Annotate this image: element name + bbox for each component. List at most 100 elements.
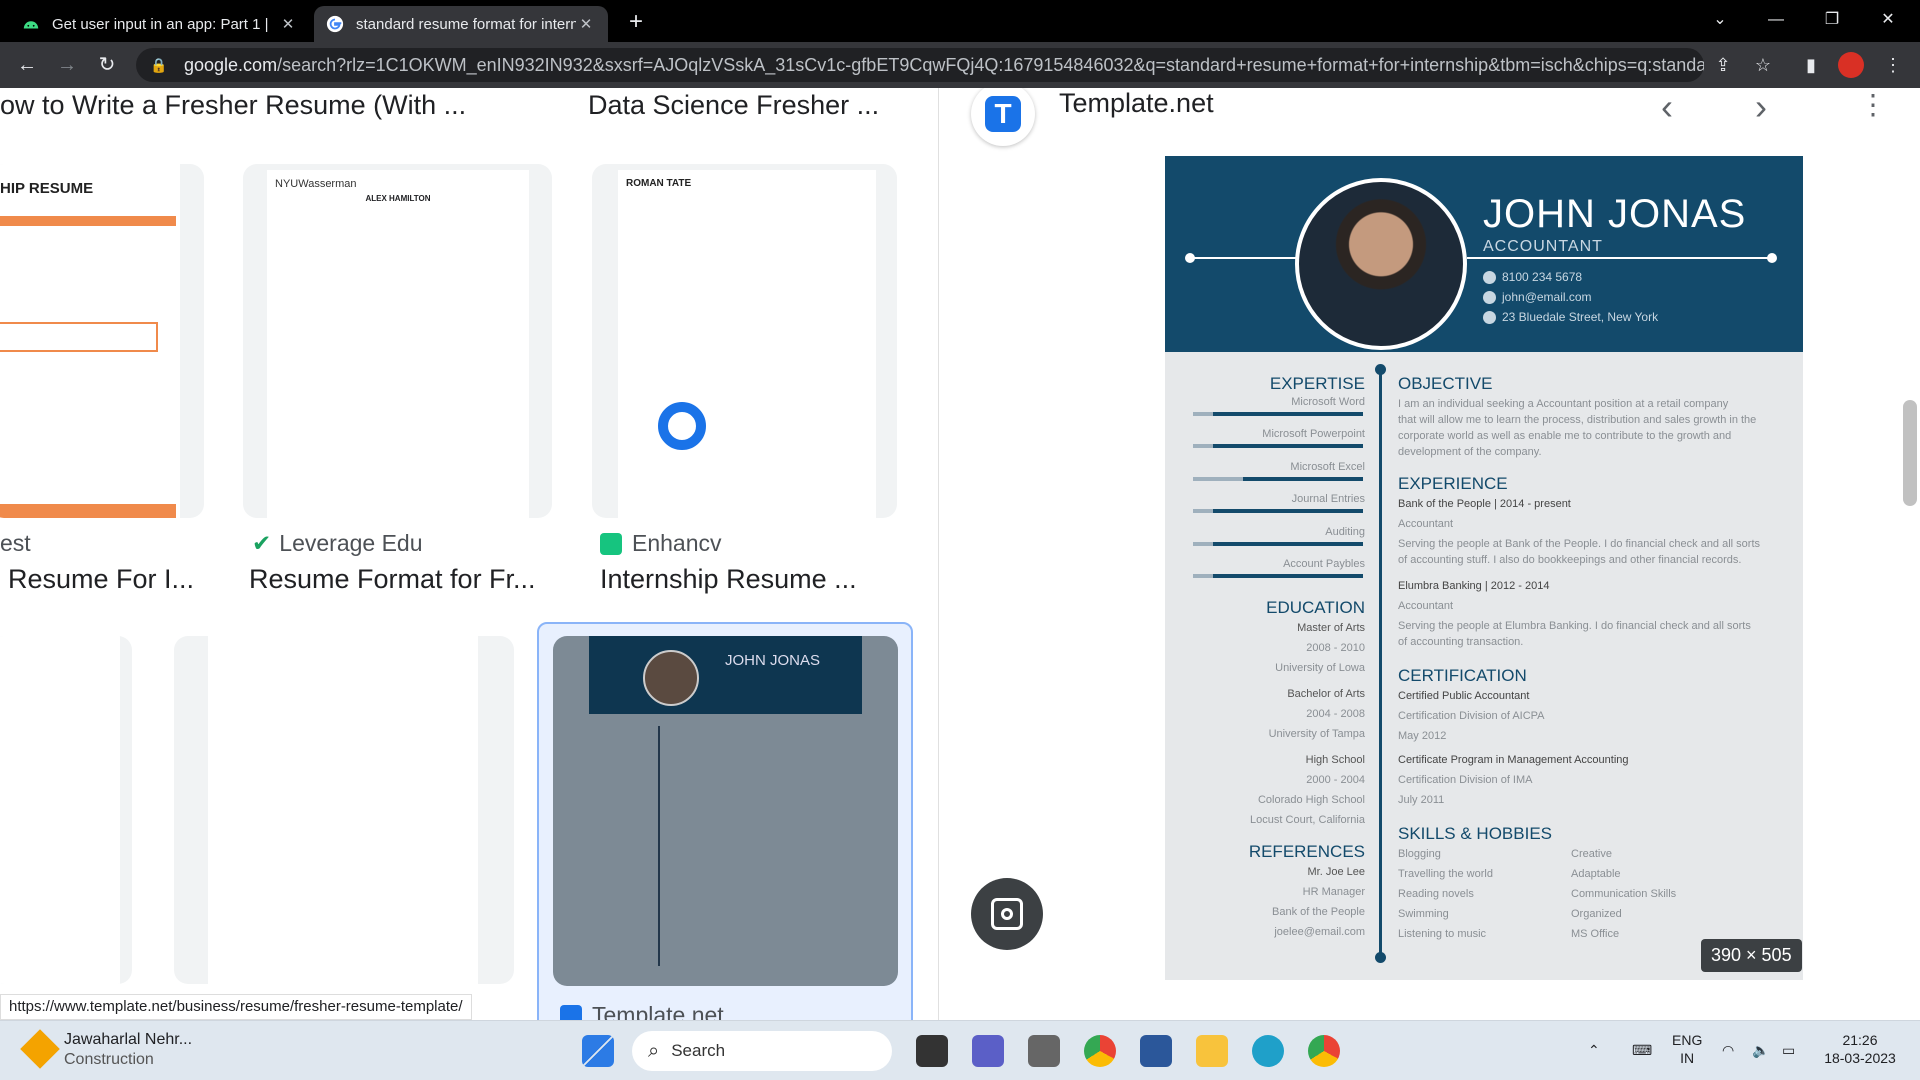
browser-toolbar: ← → ↻ 🔒 google.com/search?rlz=1C1OKWM_en…	[0, 42, 1920, 88]
previous-image-button[interactable]: ‹	[1661, 88, 1673, 128]
windows-start-icon[interactable]	[582, 1035, 614, 1067]
minimize-button[interactable]: —	[1748, 0, 1804, 42]
new-tab-button[interactable]: +	[620, 6, 652, 38]
clock[interactable]: 21:26 18-03-2023	[1820, 1031, 1900, 1067]
share-icon[interactable]: ⇪	[1710, 52, 1736, 78]
expertise-item: Microsoft Word	[1291, 396, 1365, 408]
result-caption[interactable]: Resume Format for Fr...	[249, 564, 536, 595]
task-view-icon[interactable]	[916, 1035, 948, 1067]
speaker-muted-icon[interactable]: 🔈	[1752, 1041, 1769, 1059]
experience-role: Accountant	[1398, 600, 1454, 612]
template-net-logo: T	[971, 88, 1035, 146]
more-options-icon[interactable]: ⋮	[1859, 88, 1887, 121]
close-icon[interactable]: ✕	[576, 15, 596, 33]
tab-google-search[interactable]: standard resume format for intern ✕	[314, 6, 608, 42]
pen-menu-icon[interactable]: ⌨	[1632, 1041, 1652, 1059]
edge-icon[interactable]	[1252, 1035, 1284, 1067]
result-source[interactable]: ✔ Leverage Edu	[252, 530, 423, 557]
phone-icon	[1483, 270, 1496, 284]
next-image-button[interactable]: ›	[1755, 88, 1767, 128]
result-thumbnail[interactable]: NYUWasserman ALEX HAMILTON	[243, 164, 552, 518]
camera-icon[interactable]	[1028, 1035, 1060, 1067]
tab-bar: Get user input in an app: Part 1 | ✕ sta…	[0, 0, 1920, 42]
weather-widget-icon[interactable]	[20, 1029, 60, 1069]
tab-android[interactable]: Get user input in an app: Part 1 | ✕	[10, 6, 310, 42]
widget-title[interactable]: Jawaharlal Nehr...	[64, 1031, 192, 1049]
address-text: 23 Bluedale Street, New York	[1502, 310, 1659, 324]
teams-chat-icon[interactable]	[972, 1035, 1004, 1067]
result-thumbnail[interactable]	[174, 636, 514, 984]
location-icon	[1483, 310, 1496, 324]
reference-line: HR Manager	[1302, 886, 1365, 898]
education-degree: Bachelor of Arts	[1287, 688, 1365, 700]
experience-role: Accountant	[1398, 518, 1454, 530]
wifi-icon[interactable]: ◠	[1722, 1041, 1734, 1059]
education-years: 2000 - 2004	[1306, 774, 1365, 786]
taskbar-search[interactable]: ⌕ Search	[632, 1031, 892, 1071]
thumb-heading: NYUWasserman	[275, 178, 357, 190]
restore-button[interactable]: ❐	[1804, 0, 1860, 42]
reference-line: joelee@email.com	[1274, 926, 1365, 938]
tab-title: Get user input in an app: Part 1 |	[52, 15, 269, 33]
bookmark-star-icon[interactable]: ☆	[1750, 52, 1776, 78]
file-explorer-icon[interactable]	[1196, 1035, 1228, 1067]
forward-button[interactable]: →	[52, 50, 82, 80]
expertise-item: Account Paybles	[1283, 558, 1365, 570]
chrome-active-icon[interactable]	[1308, 1035, 1340, 1067]
reload-button[interactable]: ↻	[92, 50, 122, 80]
result-source[interactable]: Template.net	[560, 1002, 724, 1020]
result-source[interactable]: Enhancv	[600, 530, 722, 557]
profile-photo	[1295, 178, 1467, 350]
word-icon[interactable]	[1140, 1035, 1172, 1067]
result-thumbnail[interactable]: HIP RESUME	[0, 164, 204, 518]
close-icon[interactable]: ✕	[278, 15, 298, 33]
section-heading: EXPERIENCE	[1398, 474, 1508, 493]
result-source[interactable]: est	[0, 530, 31, 557]
result-thumbnail[interactable]: ROMAN TATE	[592, 164, 897, 518]
education-degree: Master of Arts	[1297, 622, 1365, 634]
result-caption[interactable]: ow to Write a Fresher Resume (With ...	[0, 90, 466, 121]
resume-name: JOHN JONAS	[1483, 192, 1747, 236]
language-indicator[interactable]: ENG IN	[1672, 1031, 1702, 1067]
side-panel-icon[interactable]: ▮	[1798, 52, 1824, 78]
status-bar-url: https://www.template.net/business/resume…	[0, 994, 472, 1020]
google-lens-button[interactable]	[971, 878, 1043, 950]
skill-item: MS Office	[1571, 928, 1620, 940]
resume-preview-image[interactable]: JOHN JONAS ACCOUNTANT 8100 234 5678 john…	[1165, 156, 1803, 980]
close-window-button[interactable]: ✕	[1860, 0, 1916, 42]
scrollbar-thumb[interactable]	[1903, 400, 1917, 506]
section-heading: EDUCATION	[1266, 598, 1365, 617]
battery-icon[interactable]: ▭	[1782, 1041, 1795, 1059]
skill-item: Organized	[1571, 908, 1622, 920]
education-school: University of Tampa	[1268, 728, 1365, 740]
lock-icon: 🔒	[150, 56, 168, 73]
back-button[interactable]: ←	[12, 50, 42, 80]
certification-date: May 2012	[1398, 730, 1447, 742]
result-thumbnail[interactable]: JOHN JONAS	[553, 636, 898, 986]
result-source-label: Leverage Edu	[279, 530, 423, 556]
url-host: google.com	[184, 54, 278, 75]
resume-header: JOHN JONAS ACCOUNTANT 8100 234 5678 john…	[1165, 156, 1803, 352]
menu-icon[interactable]: ⋮	[1880, 52, 1906, 78]
phone-text: 8100 234 5678	[1502, 270, 1583, 284]
chevron-up-icon[interactable]: ⌃	[1588, 1041, 1600, 1059]
thumb-name: ALEX HAMILTON	[365, 194, 431, 203]
result-caption[interactable]: Data Science Fresher ...	[588, 90, 879, 121]
certification-date: July 2011	[1398, 794, 1445, 806]
skill-item: Blogging	[1398, 848, 1441, 860]
address-bar[interactable]: 🔒 google.com/search?rlz=1C1OKWM_enIN932I…	[136, 48, 1704, 82]
section-heading: CERTIFICATION	[1398, 666, 1527, 685]
result-caption[interactable]: Resume For I...	[8, 564, 194, 595]
result-thumbnail[interactable]	[0, 636, 132, 984]
resume-email: john@email.com	[1483, 290, 1592, 304]
profile-avatar[interactable]	[1838, 52, 1864, 78]
preview-source[interactable]: Template.net	[1059, 88, 1214, 119]
tab-search-icon[interactable]: ⌄	[1692, 0, 1748, 42]
thumb-name: ROMAN TATE	[626, 178, 692, 189]
chrome-icon[interactable]	[1084, 1035, 1116, 1067]
section-heading: OBJECTIVE	[1398, 374, 1493, 393]
certification-name: Certificate Program in Management Accoun…	[1398, 754, 1629, 766]
result-caption[interactable]: Internship Resume ...	[600, 564, 857, 595]
resume-role: ACCOUNTANT	[1483, 238, 1603, 255]
scrollbar[interactable]	[1900, 88, 1920, 1020]
